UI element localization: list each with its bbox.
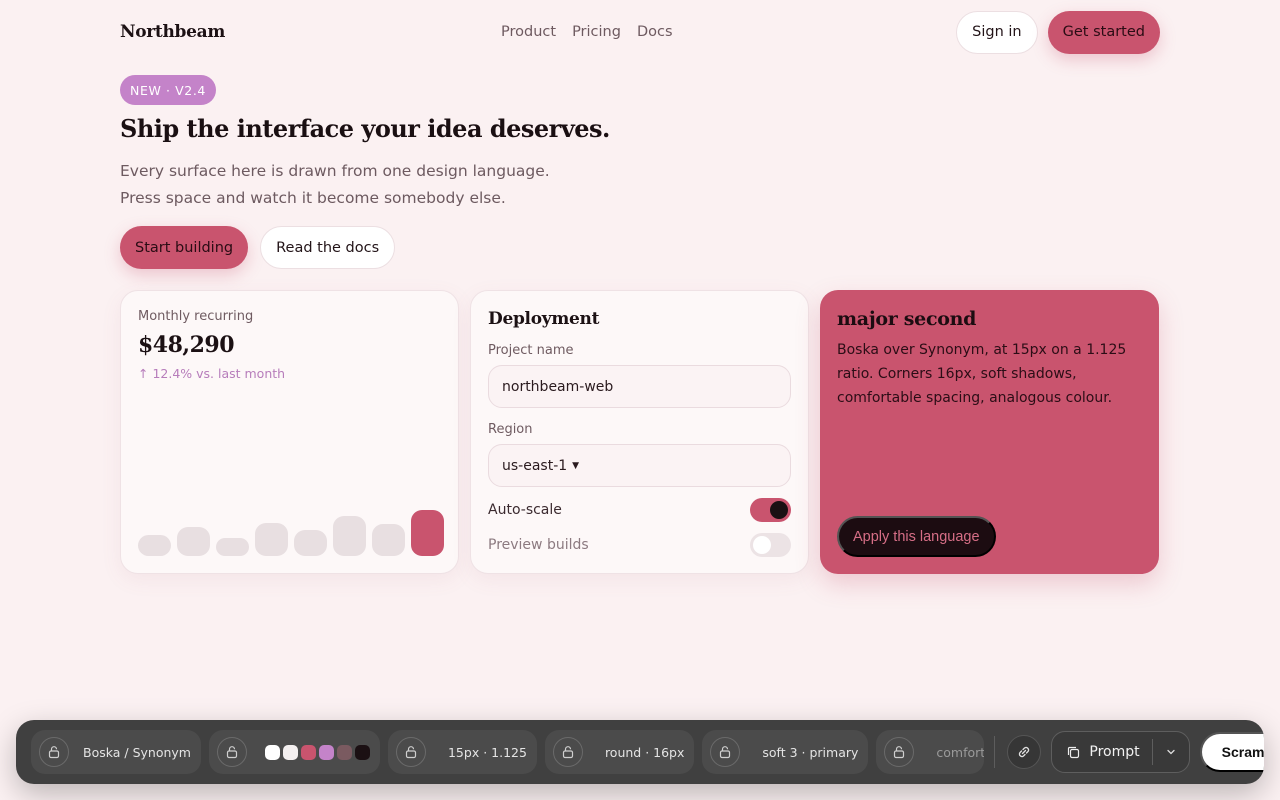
mini-bar xyxy=(333,516,366,556)
autoscale-label: Auto-scale xyxy=(488,502,562,518)
metric-delta: ↑ 12.4% vs. last month xyxy=(138,366,286,381)
nav-pricing[interactable]: Pricing xyxy=(572,24,621,40)
hero-subtitle-line-2: Press space and watch it become somebody… xyxy=(120,189,506,207)
header-actions: Sign in Get started xyxy=(956,10,1160,54)
color-swatch[interactable] xyxy=(264,744,280,760)
metric-label: Monthly recurring xyxy=(138,309,254,324)
region-select[interactable]: us-east-1 ▼ xyxy=(488,444,791,487)
lock-icon[interactable] xyxy=(395,737,426,767)
shadow-label: soft 3 · primary xyxy=(762,744,859,760)
region-value: us-east-1 xyxy=(502,457,568,474)
toolbar-divider xyxy=(994,736,996,768)
corners-label: round · 16px xyxy=(604,744,685,760)
site-header: Northbeam Product Pricing Docs Sign in G… xyxy=(120,10,1160,54)
font-pair-segment[interactable]: Boska / Synonym xyxy=(31,730,201,774)
preview-builds-label: Preview builds xyxy=(488,537,589,553)
mini-bar xyxy=(294,530,327,556)
language-title: major second xyxy=(837,308,977,330)
link-button[interactable] xyxy=(1007,735,1042,769)
language-description: Boska over Synonym, at 15px on a 1.125 r… xyxy=(837,342,1127,406)
spacing-segment[interactable]: comfortable xyxy=(876,730,985,774)
deployment-card: Deployment Project name northbeam-web Re… xyxy=(470,290,809,574)
chevron-down-icon xyxy=(1166,749,1175,755)
project-name-value: northbeam-web xyxy=(502,378,614,395)
metric-value: $48,290 xyxy=(138,332,235,358)
type-scale-label: 15px · 1.125 xyxy=(447,744,527,760)
mini-bar-chart xyxy=(138,492,444,556)
palette-segment[interactable] xyxy=(208,730,380,774)
hero-subtitle: Every surface here is drawn from one des… xyxy=(120,158,550,212)
preview-builds-row: Preview builds xyxy=(488,530,791,560)
prompt-button-group: Prompt xyxy=(1051,731,1190,773)
lock-icon[interactable] xyxy=(216,737,247,767)
hero-title: Ship the interface your idea deserves. xyxy=(120,114,610,143)
autoscale-row: Auto-scale xyxy=(488,495,791,525)
design-toolbar: Boska / Synonym 15px · 1.125 round · 16p… xyxy=(16,720,1264,784)
nav-docs[interactable]: Docs xyxy=(637,24,673,40)
lock-icon[interactable] xyxy=(552,737,583,767)
link-icon xyxy=(1019,746,1030,758)
autoscale-toggle[interactable] xyxy=(750,498,791,522)
preview-builds-toggle[interactable] xyxy=(750,533,791,557)
project-name-input[interactable]: northbeam-web xyxy=(488,365,791,408)
color-swatch[interactable] xyxy=(354,744,370,760)
mini-bar xyxy=(216,538,249,556)
mini-bar xyxy=(255,523,288,556)
mini-bar xyxy=(138,535,171,556)
font-pair-label: Boska / Synonym xyxy=(83,744,191,760)
spacing-label: comfortable xyxy=(936,744,985,760)
lock-icon[interactable] xyxy=(884,737,915,767)
start-building-button[interactable]: Start building xyxy=(120,226,249,269)
main-nav: Product Pricing Docs xyxy=(501,10,673,54)
color-swatch[interactable] xyxy=(318,744,334,760)
type-scale-segment[interactable]: 15px · 1.125 xyxy=(387,730,537,774)
lock-icon[interactable] xyxy=(710,737,741,767)
mini-bar xyxy=(177,527,210,556)
logo[interactable]: Northbeam xyxy=(120,22,225,42)
scramble-button[interactable]: Scramble xyxy=(1199,732,1264,772)
caret-down-icon: ▼ xyxy=(572,460,580,471)
design-language-card: major second Boska over Synonym, at 15px… xyxy=(820,290,1159,574)
mini-bar xyxy=(411,510,444,556)
toggle-knob xyxy=(753,536,771,554)
get-started-button[interactable]: Get started xyxy=(1047,10,1160,54)
metric-card: Monthly recurring $48,290 ↑ 12.4% vs. la… xyxy=(120,290,459,574)
hero-actions: Start building Read the docs xyxy=(120,226,396,269)
color-swatch[interactable] xyxy=(300,744,316,760)
toggle-knob xyxy=(770,501,788,519)
nav-product[interactable]: Product xyxy=(501,24,556,40)
shadow-segment[interactable]: soft 3 · primary xyxy=(702,730,869,774)
copy-prompt-button[interactable]: Prompt xyxy=(1052,732,1151,772)
hero-subtitle-line-1: Every surface here is drawn from one des… xyxy=(120,162,550,180)
color-swatch[interactable] xyxy=(336,744,352,760)
read-docs-button[interactable]: Read the docs xyxy=(260,226,396,269)
corners-segment[interactable]: round · 16px xyxy=(544,730,695,774)
color-swatches xyxy=(264,744,370,760)
project-name-label: Project name xyxy=(488,343,574,358)
prompt-label: Prompt xyxy=(1089,744,1140,760)
deployment-title: Deployment xyxy=(488,309,600,329)
lock-icon[interactable] xyxy=(39,737,69,767)
apply-language-button[interactable]: Apply this language xyxy=(837,516,996,557)
version-badge: NEW · V2.4 xyxy=(120,75,216,105)
color-swatch[interactable] xyxy=(282,744,298,760)
prompt-dropdown-button[interactable] xyxy=(1153,732,1189,772)
region-label: Region xyxy=(488,422,533,437)
sign-in-button[interactable]: Sign in xyxy=(956,10,1038,54)
mini-bar xyxy=(372,524,405,556)
copy-icon xyxy=(1068,746,1080,758)
